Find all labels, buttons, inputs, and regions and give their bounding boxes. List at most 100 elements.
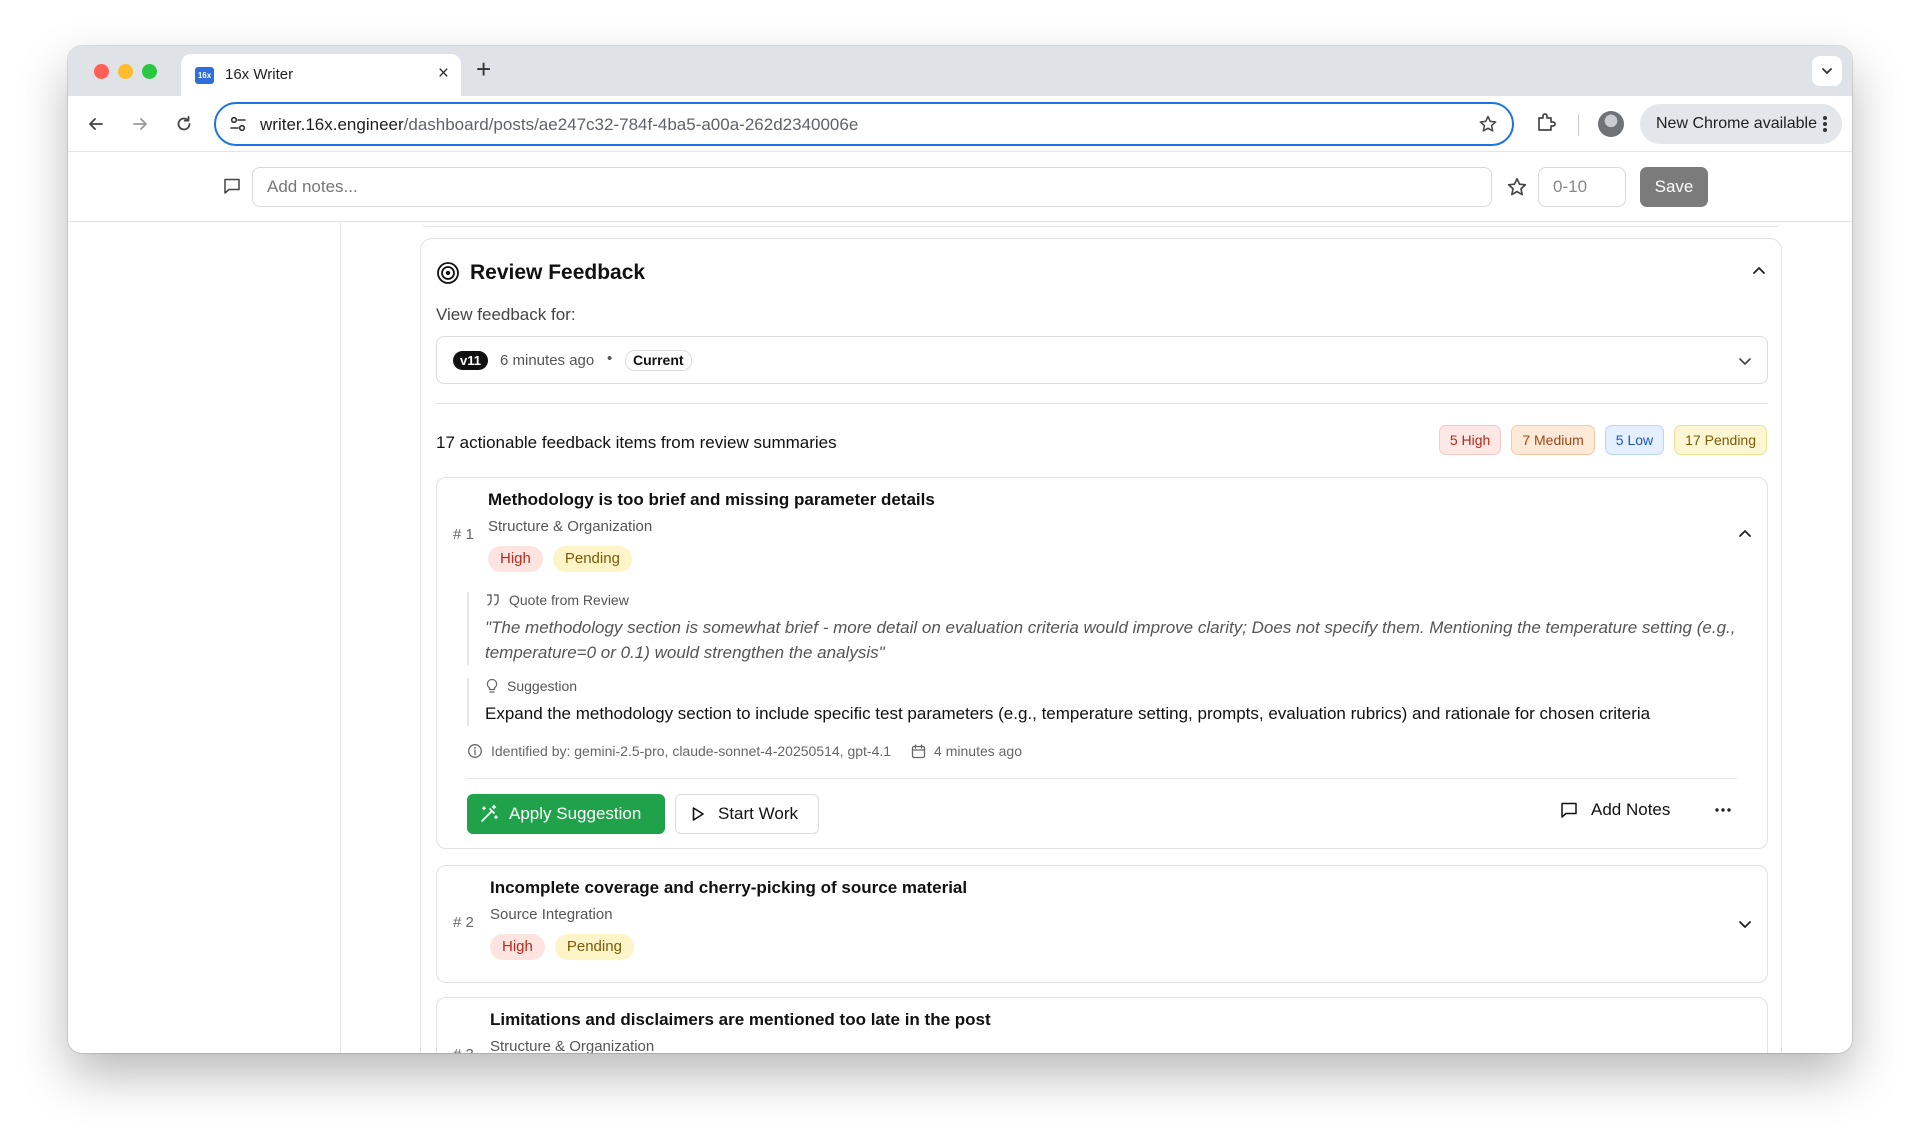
close-window-button[interactable] xyxy=(94,64,109,79)
feedback-item: # 1 Methodology is too brief and missing… xyxy=(436,477,1768,849)
start-work-button[interactable]: Start Work xyxy=(675,794,819,834)
item-category: Structure & Organization xyxy=(488,518,653,535)
status-badge: Pending xyxy=(552,546,632,572)
item-time: 4 minutes ago xyxy=(934,743,1022,759)
item-meta: Identified by: gemini-2.5-pro, claude-so… xyxy=(467,743,1022,759)
forward-button[interactable] xyxy=(126,110,154,138)
profile-avatar[interactable] xyxy=(1598,111,1624,137)
view-feedback-label: View feedback for: xyxy=(436,305,576,324)
chevron-down-icon xyxy=(1739,358,1751,365)
item-category: Structure & Organization xyxy=(490,1038,655,1053)
high-count-badge[interactable]: 5 High xyxy=(1438,425,1502,455)
forward-arrow-icon xyxy=(133,118,147,130)
minimize-window-button[interactable] xyxy=(118,64,133,79)
extensions-icon[interactable] xyxy=(1534,110,1558,134)
play-icon xyxy=(692,807,704,821)
feedback-summary: 17 actionable feedback items from review… xyxy=(436,433,837,452)
main-content: Review Feedback View feedback for: v11 6… xyxy=(68,223,1852,1053)
bookmark-star-icon[interactable] xyxy=(1478,114,1498,134)
chevron-down-icon xyxy=(1822,68,1832,74)
feedback-item[interactable]: # 3 Limitations and disclaimers are ment… xyxy=(436,997,1768,1053)
status-badge: Pending xyxy=(554,934,634,960)
suggestion-text: Expand the methodology section to includ… xyxy=(485,704,1651,723)
pending-count-badge[interactable]: 17 Pending xyxy=(1674,425,1767,455)
url-path: /dashboard/posts/ae247c32-784f-4ba5-a00a… xyxy=(403,115,859,134)
severity-counts: 5 High 7 Medium 5 Low 17 Pending xyxy=(1438,425,1767,455)
suggestion-section: Suggestion Expand the methodology sectio… xyxy=(467,678,1757,726)
suggestion-label: Suggestion xyxy=(507,678,578,694)
item-title: Limitations and disclaimers are mentione… xyxy=(490,1010,991,1029)
rating-input[interactable] xyxy=(1538,167,1626,207)
item-number: # 3 xyxy=(453,1046,474,1053)
chrome-update-label: New Chrome available xyxy=(1656,115,1817,132)
more-vertical-icon xyxy=(1823,116,1827,132)
address-bar[interactable]: writer.16x.engineer/dashboard/posts/ae24… xyxy=(214,102,1514,146)
divider xyxy=(467,778,1737,779)
review-feedback-title: Review Feedback xyxy=(470,261,646,284)
chevron-up-icon[interactable] xyxy=(1737,526,1753,542)
save-button[interactable]: Save xyxy=(1640,167,1708,207)
version-separator: • xyxy=(607,350,613,367)
chevron-down-icon[interactable] xyxy=(1737,1048,1753,1053)
new-tab-icon[interactable]: + xyxy=(476,54,491,85)
toolbar-divider xyxy=(1578,114,1579,136)
current-badge: Current xyxy=(625,350,692,371)
back-button[interactable] xyxy=(82,110,110,138)
tab-title: 16x Writer xyxy=(225,66,294,83)
calendar-icon xyxy=(911,743,926,758)
tab-search-button[interactable] xyxy=(1812,56,1842,86)
more-horizontal-icon[interactable] xyxy=(1713,800,1733,820)
medium-count-badge[interactable]: 7 Medium xyxy=(1511,425,1595,455)
target-icon xyxy=(437,262,459,284)
reload-icon xyxy=(177,115,191,131)
item-tags: High Pending xyxy=(490,934,634,960)
quote-text: "The methodology section is somewhat bri… xyxy=(485,618,1736,662)
item-title: Methodology is too brief and missing par… xyxy=(488,490,935,509)
site-settings-icon[interactable] xyxy=(228,114,248,134)
chevron-up-icon[interactable] xyxy=(1751,263,1767,279)
lightbulb-icon xyxy=(486,678,498,693)
toolbar: writer.16x.engineer/dashboard/posts/ae24… xyxy=(68,96,1852,152)
identified-by: Identified by: gemini-2.5-pro, claude-so… xyxy=(491,743,892,759)
low-count-badge[interactable]: 5 Low xyxy=(1604,425,1665,455)
url-text: writer.16x.engineer/dashboard/posts/ae24… xyxy=(260,115,858,135)
chevron-down-icon[interactable] xyxy=(1737,916,1753,932)
notes-input[interactable] xyxy=(252,167,1492,207)
version-select[interactable]: v11 6 minutes ago • Current xyxy=(436,336,1768,384)
reload-button[interactable] xyxy=(170,110,198,138)
browser-tab[interactable]: 16x 16x Writer × xyxy=(181,54,461,96)
item-number: # 2 xyxy=(453,914,474,931)
favicon-icon: 16x xyxy=(195,67,214,84)
add-notes-label: Add Notes xyxy=(1591,800,1671,819)
quote-icon xyxy=(487,594,499,606)
info-icon xyxy=(468,744,482,758)
quote-label: Quote from Review xyxy=(509,592,629,608)
rating-star-icon[interactable] xyxy=(1506,176,1528,198)
priority-badge: High xyxy=(488,546,543,572)
browser-window: 16x 16x Writer × + writer.16x.engineer/d… xyxy=(68,46,1852,1053)
version-badge: v11 xyxy=(453,351,488,370)
maximize-window-button[interactable] xyxy=(142,64,157,79)
feedback-item[interactable]: # 2 Incomplete coverage and cherry-picki… xyxy=(436,865,1768,983)
comment-icon xyxy=(1561,802,1577,818)
item-tags: High Pending xyxy=(488,546,632,572)
review-feedback-card: Review Feedback View feedback for: v11 6… xyxy=(420,238,1782,1053)
back-arrow-icon xyxy=(89,118,103,130)
comment-icon xyxy=(224,178,240,194)
url-host: writer.16x.engineer xyxy=(260,115,404,134)
app-header: Save xyxy=(68,152,1852,222)
add-notes-button[interactable]: Add Notes xyxy=(1559,800,1670,820)
close-tab-icon[interactable]: × xyxy=(438,63,449,85)
item-title: Incomplete coverage and cherry-picking o… xyxy=(490,878,968,897)
sidebar-border xyxy=(340,223,341,1053)
version-time: 6 minutes ago xyxy=(500,352,595,369)
apply-suggestion-button[interactable]: Apply Suggestion xyxy=(467,794,665,834)
apply-suggestion-label: Apply Suggestion xyxy=(509,804,642,823)
tab-strip: 16x 16x Writer × + xyxy=(68,46,1852,96)
previous-card-edge xyxy=(422,223,1780,227)
chrome-update-button[interactable]: New Chrome available xyxy=(1640,104,1842,144)
item-category: Source Integration xyxy=(490,906,613,923)
start-work-label: Start Work xyxy=(718,804,798,823)
divider xyxy=(436,403,1768,404)
item-number: # 1 xyxy=(453,526,474,543)
